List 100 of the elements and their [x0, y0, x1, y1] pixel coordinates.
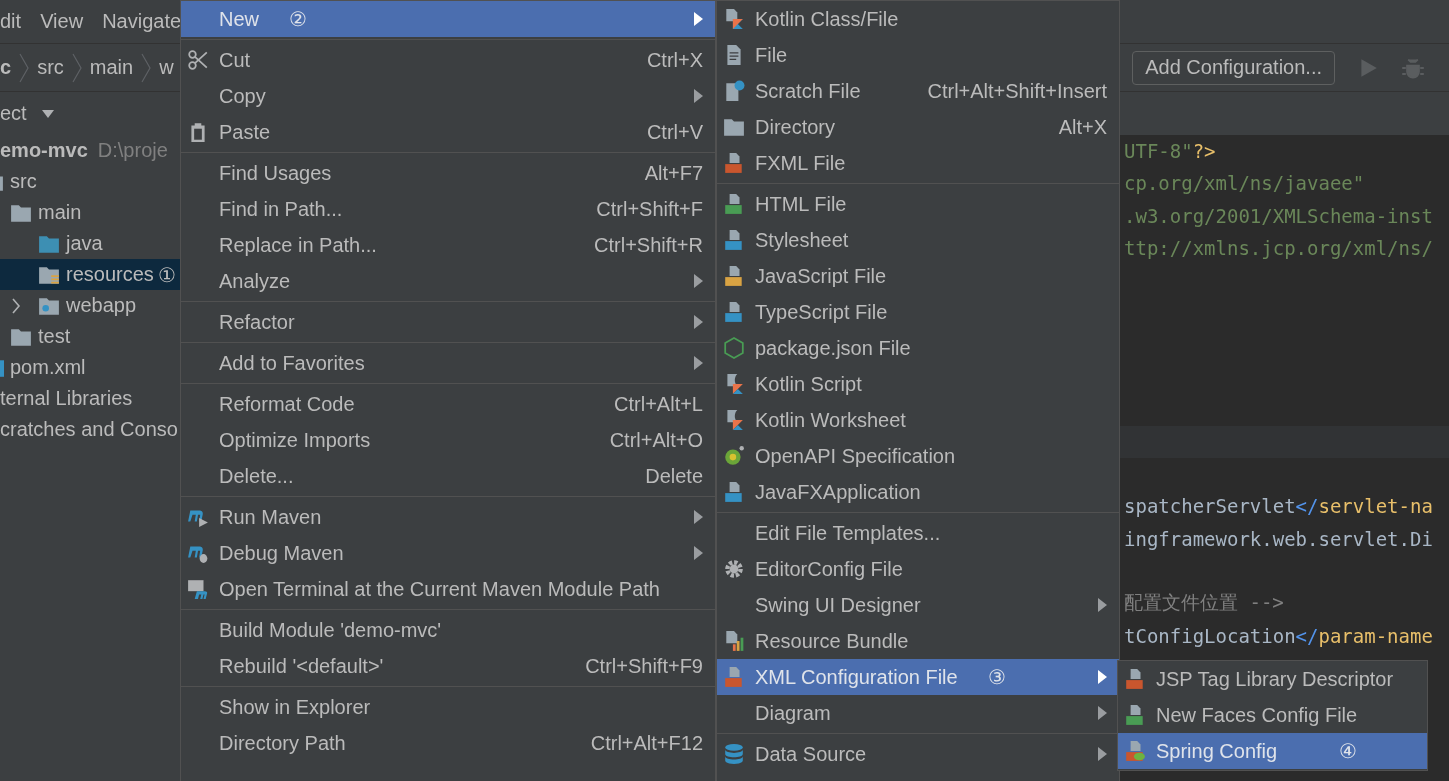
shortcut-text: Delete	[645, 464, 703, 488]
menu-item[interactable]: New Faces Config File	[1118, 697, 1427, 733]
menu-bar-item[interactable]: Navigate	[102, 10, 182, 33]
menu-item[interactable]: Resource Bundle	[717, 623, 1119, 659]
folder-icon	[723, 116, 745, 138]
menu-item[interactable]: Run Maven	[181, 499, 715, 535]
shortcut-text: Alt+X	[1058, 115, 1107, 139]
tree-item[interactable]: test	[0, 321, 180, 352]
breadcrumb-item[interactable]: w	[159, 56, 174, 79]
tree-item[interactable]: webapp	[0, 290, 180, 321]
menu-item[interactable]: Stylesheet	[717, 222, 1119, 258]
shortcut-text: Alt+F7	[644, 161, 703, 185]
run-configuration-button[interactable]: Add Configuration...	[1132, 50, 1335, 85]
menu-item[interactable]: Find in Path... Ctrl+Shift+F	[181, 191, 715, 227]
menu-item[interactable]: Copy	[181, 78, 715, 114]
menu-bar-item[interactable]: View	[40, 10, 84, 33]
menu-item[interactable]: Build Module 'demo-mvc'	[181, 612, 715, 648]
shortcut-text: Ctrl+X	[646, 48, 703, 72]
menu-item[interactable]: Replace in Path... Ctrl+Shift+R	[181, 227, 715, 263]
menu-item[interactable]: File	[717, 37, 1119, 73]
tree-item[interactable]: main	[0, 197, 180, 228]
scissors-icon	[187, 49, 209, 71]
menu-item[interactable]: Spring Config ④	[1118, 733, 1427, 769]
menu-item[interactable]: JavaFXApplication	[717, 474, 1119, 510]
menu-item[interactable]: JavaScript File	[717, 258, 1119, 294]
menu-item[interactable]: Open Terminal at the Current Maven Module Path	[181, 571, 715, 607]
menu-item[interactable]: Kotlin Worksheet	[717, 402, 1119, 438]
menu-item[interactable]: Add to Favorites	[181, 345, 715, 381]
tree-item[interactable]: emo-mvc D:\proje	[0, 135, 180, 166]
breadcrumb-item[interactable]: main	[89, 56, 134, 79]
scratch-file-icon	[723, 80, 745, 102]
menu-item[interactable]: Scratch File Ctrl+Alt+Shift+Insert	[717, 73, 1119, 109]
xml-file-icon	[723, 666, 745, 688]
menu-item[interactable]: Swing UI Designer	[717, 587, 1119, 623]
menu-item[interactable]: Find Usages Alt+F7	[181, 155, 715, 191]
menu-item[interactable]: Paste Ctrl+V	[181, 114, 715, 150]
menu-item[interactable]: Optimize Imports Ctrl+Alt+O	[181, 422, 715, 458]
step-marker: ②	[289, 7, 307, 31]
menu-item[interactable]: EditorConfig File	[717, 551, 1119, 587]
resource-bundle-icon	[723, 630, 745, 652]
step-marker: ①	[157, 262, 176, 287]
tree-item[interactable]: src	[0, 166, 180, 197]
menu-item[interactable]: XML Configuration File ③	[717, 659, 1119, 695]
chevron-icon	[19, 52, 30, 83]
xml-file-icon	[1124, 668, 1146, 690]
gear-icon	[723, 558, 745, 580]
tree-item[interactable]: pom.xml	[0, 352, 180, 383]
menu-item[interactable]: TypeScript File	[717, 294, 1119, 330]
menu-item[interactable]: Data Source	[717, 736, 1119, 772]
tree-item[interactable]: resources ①	[0, 259, 180, 290]
menu-item[interactable]: Reformat Code Ctrl+Alt+L	[181, 386, 715, 422]
code-line: cp.org/xml/ns/javaee"	[1123, 171, 1366, 197]
code-line: tConfigLocation</param-name	[1123, 623, 1434, 649]
breadcrumb-item[interactable]: src	[37, 56, 64, 79]
menu-item[interactable]: Kotlin Script	[717, 366, 1119, 402]
kotlin-file-icon	[723, 8, 745, 30]
breadcrumb-item[interactable]: c	[0, 56, 12, 79]
chevron-icon	[71, 52, 82, 83]
menu-item[interactable]: FXML File	[717, 145, 1119, 181]
menu-item[interactable]: Diagram	[717, 695, 1119, 731]
menu-item[interactable]: JSP Tag Library Descriptor	[1118, 661, 1427, 697]
menu-item[interactable]: Cut Ctrl+X	[181, 42, 715, 78]
dropdown-icon[interactable]	[40, 108, 55, 119]
shortcut-text: Ctrl+Alt+O	[609, 428, 703, 452]
shortcut-text: Ctrl+Alt+Shift+Insert	[927, 79, 1107, 103]
menu-item[interactable]: Directory Path Ctrl+Alt+F12	[181, 725, 715, 761]
code-line: 配置文件位置 -->	[1123, 590, 1285, 616]
code-line: spatcherServlet</servlet-na	[1123, 494, 1434, 520]
tree-item[interactable]: ternal Libraries	[0, 383, 180, 414]
menu-item[interactable]: Directory Alt+X	[717, 109, 1119, 145]
tree-item[interactable]: java	[0, 228, 180, 259]
tree-item[interactable]: cratches and Conso	[0, 414, 180, 445]
ts-file-icon	[723, 301, 745, 323]
menu-item[interactable]: Edit File Templates...	[717, 515, 1119, 551]
menu-item[interactable]: package.json File	[717, 330, 1119, 366]
shortcut-text: Ctrl+Shift+F9	[585, 654, 703, 678]
menu-item[interactable]: Rebuild '<default>' Ctrl+Shift+F9	[181, 648, 715, 684]
jsf-file-icon	[1124, 704, 1146, 726]
menu-bar-item[interactable]: dit	[0, 10, 22, 33]
shortcut-text: Ctrl+Shift+R	[594, 233, 703, 257]
css-file-icon	[723, 229, 745, 251]
menu-item[interactable]: Refactor	[181, 304, 715, 340]
xml-file-icon	[723, 152, 745, 174]
menu-item[interactable]: OpenAPI Specification	[717, 438, 1119, 474]
path-text: D:\proje	[97, 139, 168, 162]
menu-item[interactable]: Delete... Delete	[181, 458, 715, 494]
shortcut-text: Ctrl+Alt+F12	[590, 731, 703, 755]
panel-title[interactable]: ect	[0, 102, 27, 125]
menu-item[interactable]: New ②	[181, 1, 715, 37]
java-file-icon	[723, 481, 745, 503]
openapi-icon	[723, 445, 745, 467]
menu-item[interactable]: Show in Explorer	[181, 689, 715, 725]
step-marker: ③	[987, 665, 1006, 689]
menu-item[interactable]: Debug Maven	[181, 535, 715, 571]
menu-item[interactable]: Kotlin Class/File	[717, 1, 1119, 37]
menu-item[interactable]: HTML File	[717, 186, 1119, 222]
step-marker: ④	[1339, 739, 1358, 763]
shortcut-text: Ctrl+Alt+L	[614, 392, 703, 416]
terminal-icon	[187, 578, 209, 600]
menu-item[interactable]: Analyze	[181, 263, 715, 299]
